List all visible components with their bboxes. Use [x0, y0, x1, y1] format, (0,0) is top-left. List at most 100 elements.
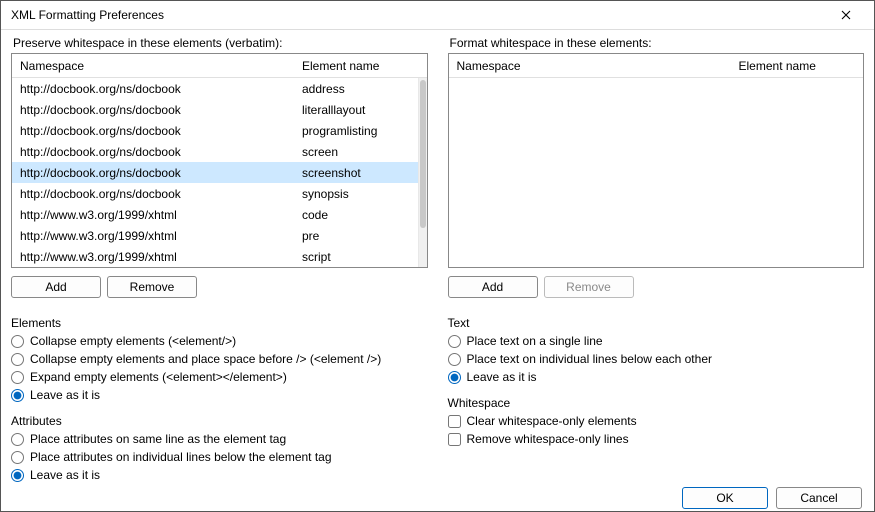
- cell-element-name: address: [302, 82, 427, 96]
- option-row[interactable]: Place attributes on same line as the ele…: [11, 430, 428, 448]
- option-label: Remove whitespace-only lines: [467, 432, 629, 446]
- remove-preserve-button[interactable]: Remove: [107, 276, 197, 298]
- cell-element-name: code: [302, 208, 427, 222]
- option-label: Place attributes on individual lines bel…: [30, 450, 332, 464]
- option-label: Place text on a single line: [467, 334, 603, 348]
- close-button[interactable]: [826, 1, 866, 29]
- option-row[interactable]: Collapse empty elements and place space …: [11, 350, 428, 368]
- option-row[interactable]: Collapse empty elements (<element/>): [11, 332, 428, 350]
- cell-element-name: pre: [302, 229, 427, 243]
- cell-namespace: http://docbook.org/ns/docbook: [20, 103, 302, 117]
- option-label: Clear whitespace-only elements: [467, 414, 637, 428]
- left-column: Preserve whitespace in these elements (v…: [11, 36, 428, 484]
- option-row[interactable]: Leave as it is: [448, 368, 865, 386]
- cell-namespace: http://docbook.org/ns/docbook: [20, 187, 302, 201]
- cell-namespace: http://docbook.org/ns/docbook: [20, 145, 302, 159]
- whitespace-options: Clear whitespace-only elements Remove whi…: [448, 412, 865, 448]
- radio-input[interactable]: [11, 469, 24, 482]
- option-row[interactable]: Leave as it is: [11, 466, 428, 484]
- preserve-buttons: Add Remove: [11, 276, 428, 298]
- col-element-name[interactable]: Element name: [737, 59, 864, 73]
- cell-element-name: screenshot: [302, 166, 427, 180]
- option-label: Leave as it is: [30, 468, 100, 482]
- attributes-options: Place attributes on same line as the ele…: [11, 430, 428, 484]
- whitespace-group-title: Whitespace: [448, 396, 865, 410]
- dialog-window: XML Formatting Preferences Preserve whit…: [0, 0, 875, 512]
- col-element-name[interactable]: Element name: [300, 59, 427, 73]
- cell-element-name: programlisting: [302, 124, 427, 138]
- table-row[interactable]: http://www.w3.org/1999/xhtmlpre: [12, 225, 427, 246]
- option-label: Place text on individual lines below eac…: [467, 352, 712, 366]
- add-preserve-button[interactable]: Add: [11, 276, 101, 298]
- table-row[interactable]: http://docbook.org/ns/docbooksynopsis: [12, 183, 427, 204]
- elements-group-title: Elements: [11, 316, 428, 330]
- add-format-button[interactable]: Add: [448, 276, 538, 298]
- close-icon: [841, 10, 851, 20]
- format-table-header: Namespace Element name: [449, 54, 864, 78]
- preserve-table-body: http://docbook.org/ns/docbookaddresshttp…: [12, 78, 427, 268]
- cell-namespace: http://docbook.org/ns/docbook: [20, 82, 302, 96]
- radio-input[interactable]: [448, 335, 461, 348]
- option-label: Collapse empty elements and place space …: [30, 352, 381, 366]
- table-row[interactable]: http://www.w3.org/1999/xhtmlstyle: [12, 267, 427, 268]
- cell-namespace: http://www.w3.org/1999/xhtml: [20, 250, 302, 264]
- text-group-title: Text: [448, 316, 865, 330]
- table-row[interactable]: http://www.w3.org/1999/xhtmlscript: [12, 246, 427, 267]
- cell-namespace: http://docbook.org/ns/docbook: [20, 124, 302, 138]
- table-row[interactable]: http://docbook.org/ns/docbookscreen: [12, 141, 427, 162]
- elements-options: Collapse empty elements (<element/>) Coll…: [11, 332, 428, 404]
- option-row[interactable]: Place text on individual lines below eac…: [448, 350, 865, 368]
- cell-namespace: http://www.w3.org/1999/xhtml: [20, 229, 302, 243]
- titlebar: XML Formatting Preferences: [1, 1, 874, 30]
- option-row[interactable]: Clear whitespace-only elements: [448, 412, 865, 430]
- scrollbar[interactable]: [418, 78, 427, 267]
- col-namespace[interactable]: Namespace: [455, 59, 737, 73]
- option-label: Leave as it is: [30, 388, 100, 402]
- option-row[interactable]: Leave as it is: [11, 386, 428, 404]
- cell-namespace: http://docbook.org/ns/docbook: [20, 166, 302, 180]
- option-label: Collapse empty elements (<element/>): [30, 334, 236, 348]
- content-area: Preserve whitespace in these elements (v…: [1, 30, 874, 484]
- preserve-table[interactable]: Namespace Element name http://docbook.or…: [11, 53, 428, 268]
- format-label: Format whitespace in these elements:: [450, 36, 865, 50]
- cell-element-name: script: [302, 250, 427, 264]
- dialog-title: XML Formatting Preferences: [11, 8, 826, 22]
- scrollbar-thumb[interactable]: [420, 80, 426, 228]
- cell-namespace: http://www.w3.org/1999/xhtml: [20, 208, 302, 222]
- table-row[interactable]: http://docbook.org/ns/docbookaddress: [12, 78, 427, 99]
- preserve-label: Preserve whitespace in these elements (v…: [13, 36, 428, 50]
- cancel-button[interactable]: Cancel: [776, 487, 862, 509]
- option-row[interactable]: Remove whitespace-only lines: [448, 430, 865, 448]
- radio-input[interactable]: [11, 451, 24, 464]
- radio-input[interactable]: [11, 371, 24, 384]
- radio-input[interactable]: [448, 353, 461, 366]
- ok-button[interactable]: OK: [682, 487, 768, 509]
- option-row[interactable]: Place text on a single line: [448, 332, 865, 350]
- table-row[interactable]: http://docbook.org/ns/docbookprogramlist…: [12, 120, 427, 141]
- preserve-table-header: Namespace Element name: [12, 54, 427, 78]
- format-buttons: Add Remove: [448, 276, 865, 298]
- radio-input[interactable]: [448, 371, 461, 384]
- format-table-body: [449, 78, 864, 268]
- col-namespace[interactable]: Namespace: [18, 59, 300, 73]
- option-row[interactable]: Expand empty elements (<element></elemen…: [11, 368, 428, 386]
- radio-input[interactable]: [11, 433, 24, 446]
- option-label: Place attributes on same line as the ele…: [30, 432, 286, 446]
- checkbox-input[interactable]: [448, 433, 461, 446]
- table-row[interactable]: http://www.w3.org/1999/xhtmlcode: [12, 204, 427, 225]
- right-column: Format whitespace in these elements: Nam…: [448, 36, 865, 484]
- remove-format-button[interactable]: Remove: [544, 276, 634, 298]
- checkbox-input[interactable]: [448, 415, 461, 428]
- table-row[interactable]: http://docbook.org/ns/docbookscreenshot: [12, 162, 427, 183]
- radio-input[interactable]: [11, 353, 24, 366]
- text-options: Place text on a single line Place text on…: [448, 332, 865, 386]
- attributes-group-title: Attributes: [11, 414, 428, 428]
- option-label: Expand empty elements (<element></elemen…: [30, 370, 287, 384]
- radio-input[interactable]: [11, 389, 24, 402]
- option-row[interactable]: Place attributes on individual lines bel…: [11, 448, 428, 466]
- format-table[interactable]: Namespace Element name: [448, 53, 865, 268]
- table-row[interactable]: http://docbook.org/ns/docbookliteralllay…: [12, 99, 427, 120]
- option-label: Leave as it is: [467, 370, 537, 384]
- radio-input[interactable]: [11, 335, 24, 348]
- cell-element-name: literalllayout: [302, 103, 427, 117]
